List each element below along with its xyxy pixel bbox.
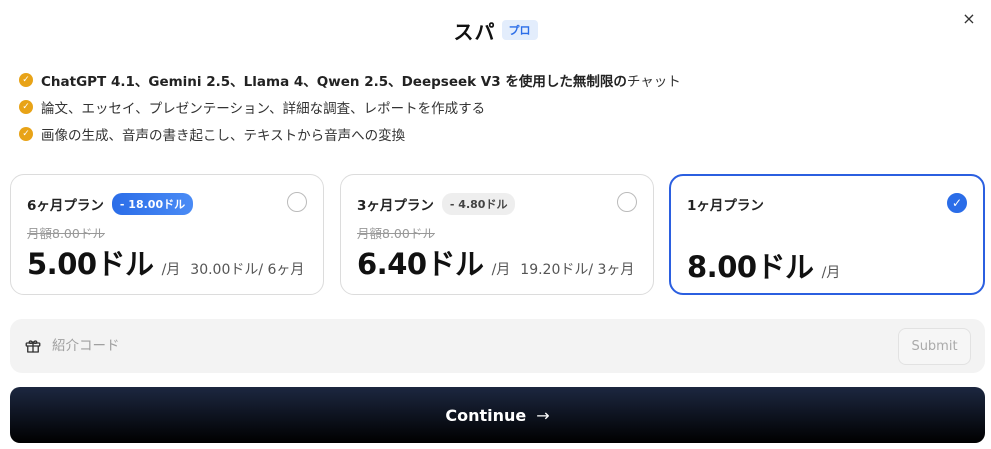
feature-list: ✓ ChatGPT 4.1、Gemini 2.5、Llama 4、Qwen 2.… <box>19 66 681 147</box>
plan-options: 6ヶ月プラン - 18.00ドル 月額8.00ドル 5.00ドル /月 30.0… <box>10 174 985 295</box>
plan-total: 19.20ドル/ 3ヶ月 <box>520 262 635 278</box>
feature-text: 画像の生成、音声の書き起こし、テキストから音声への変換 <box>41 127 406 144</box>
close-icon[interactable]: × <box>959 8 979 28</box>
referral-code-input[interactable] <box>52 338 898 354</box>
check-icon: ✓ <box>19 72 33 87</box>
plan-radio[interactable] <box>617 192 637 212</box>
plan-card-1-month[interactable]: 1ヶ月プラン ✓ 8.00ドル /月 <box>669 174 985 295</box>
feature-item: ✓ 論文、エッセイ、プレゼンテーション、詳細な調査、レポートを作成する <box>19 93 681 120</box>
plan-price: 5.00ドル <box>27 247 154 281</box>
plan-card-6-month[interactable]: 6ヶ月プラン - 18.00ドル 月額8.00ドル 5.00ドル /月 30.0… <box>10 174 324 295</box>
gift-icon <box>25 340 41 353</box>
feature-item: ✓ ChatGPT 4.1、Gemini 2.5、Llama 4、Qwen 2.… <box>19 66 681 93</box>
feature-text: 論文、エッセイ、プレゼンテーション、詳細な調査、レポートを作成する <box>41 100 486 117</box>
plan-name: 6ヶ月プラン <box>27 198 104 214</box>
price-period: /月 <box>161 262 181 278</box>
plan-price: 8.00ドル <box>687 250 814 284</box>
header: スパ プロ <box>0 16 991 44</box>
plan-total: 30.00ドル/ 6ヶ月 <box>190 262 305 278</box>
discount-badge: - 18.00ドル <box>111 193 194 215</box>
continue-label: Continue <box>445 405 527 425</box>
pro-badge: プロ <box>501 20 538 40</box>
plan-name: 1ヶ月プラン <box>687 198 764 214</box>
page-title: スパ <box>453 19 496 44</box>
selected-check-icon[interactable]: ✓ <box>947 193 967 213</box>
plan-name: 3ヶ月プラン <box>357 198 434 214</box>
old-price: 月額8.00ドル <box>357 226 435 241</box>
plan-radio[interactable] <box>287 192 307 212</box>
feature-item: ✓ 画像の生成、音声の書き起こし、テキストから音声への変換 <box>19 120 681 147</box>
price-period: /月 <box>821 265 841 281</box>
continue-button[interactable]: Continue → <box>10 387 985 443</box>
arrow-right-icon: → <box>536 405 550 425</box>
check-icon: ✓ <box>19 99 33 114</box>
referral-code-box: Submit <box>10 319 985 373</box>
old-price: 月額8.00ドル <box>27 226 105 241</box>
plan-price: 6.40ドル <box>357 247 484 281</box>
submit-button[interactable]: Submit <box>898 327 971 365</box>
feature-text: ChatGPT 4.1、Gemini 2.5、Llama 4、Qwen 2.5、… <box>41 73 681 90</box>
check-icon: ✓ <box>19 126 33 141</box>
discount-badge: - 4.80ドル <box>441 193 516 215</box>
plan-card-3-month[interactable]: 3ヶ月プラン - 4.80ドル 月額8.00ドル 6.40ドル /月 19.20… <box>340 174 654 295</box>
price-period: /月 <box>491 262 511 278</box>
